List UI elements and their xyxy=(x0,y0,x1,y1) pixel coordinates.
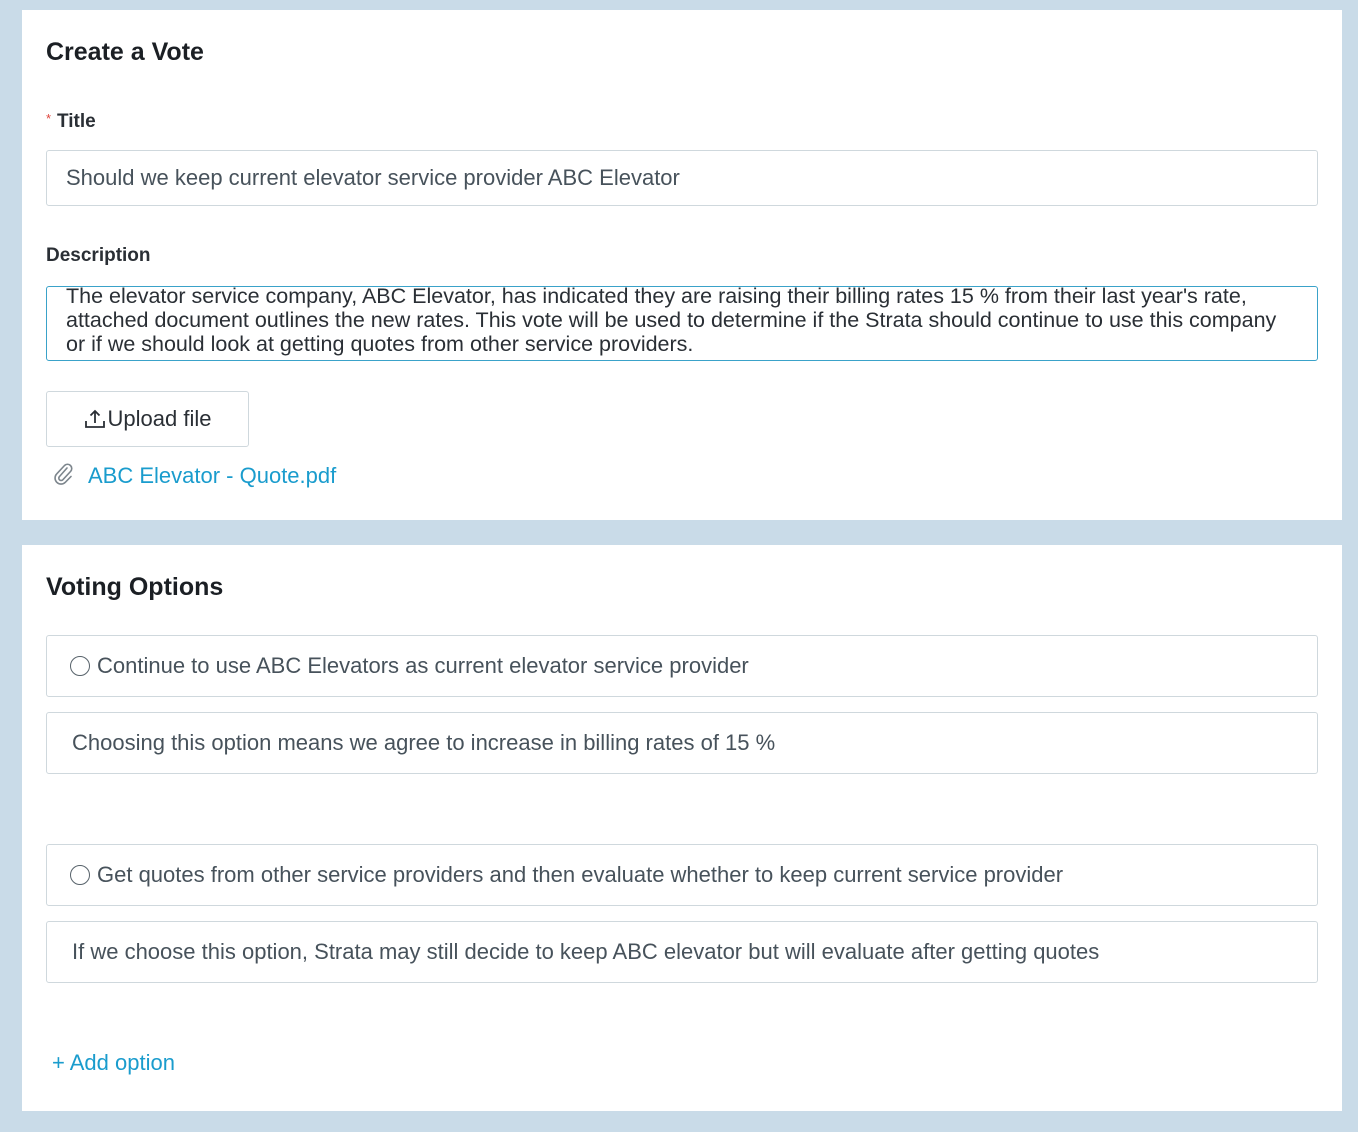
radio-unchecked-icon[interactable] xyxy=(70,865,90,885)
voting-option-2-description-input[interactable]: If we choose this option, Strata may sti… xyxy=(46,921,1318,983)
attachment-item: ABC Elevator - Quote.pdf xyxy=(52,461,336,490)
voting-option-1-description-input[interactable]: Choosing this option means we agree to i… xyxy=(46,712,1318,774)
voting-option-2-input[interactable]: Get quotes from other service providers … xyxy=(46,844,1318,906)
voting-option-1-input[interactable]: Continue to use ABC Elevators as current… xyxy=(46,635,1318,697)
voting-option-2-label: Get quotes from other service providers … xyxy=(97,862,1064,887)
upload-file-button[interactable]: Upload file xyxy=(46,391,249,447)
voting-options-card: Voting Options Continue to use ABC Eleva… xyxy=(22,545,1342,1111)
voting-option-1-label: Continue to use ABC Elevators as current… xyxy=(97,653,749,678)
title-input[interactable]: Should we keep current elevator service … xyxy=(46,150,1318,206)
upload-icon xyxy=(84,408,106,430)
required-marker: * xyxy=(46,111,52,126)
upload-file-label: Upload file xyxy=(107,406,212,431)
description-textarea[interactable]: The elevator service company, ABC Elevat… xyxy=(46,286,1318,361)
voting-option-2-description: If we choose this option, Strata may sti… xyxy=(72,939,1100,964)
description-label: Description xyxy=(46,245,151,266)
create-vote-card: Create a Vote * Title Should we keep cur… xyxy=(22,10,1342,520)
title-label: Title xyxy=(57,111,96,132)
create-vote-heading: Create a Vote xyxy=(46,38,204,66)
voting-option-1-description: Choosing this option means we agree to i… xyxy=(72,730,776,755)
add-option-button[interactable]: + Add option xyxy=(52,1050,175,1076)
radio-unchecked-icon[interactable] xyxy=(70,656,90,676)
voting-options-heading: Voting Options xyxy=(46,573,224,601)
paperclip-icon xyxy=(52,461,74,490)
description-text: The elevator service company, ABC Elevat… xyxy=(66,286,1277,356)
attachment-link[interactable]: ABC Elevator - Quote.pdf xyxy=(88,463,336,489)
